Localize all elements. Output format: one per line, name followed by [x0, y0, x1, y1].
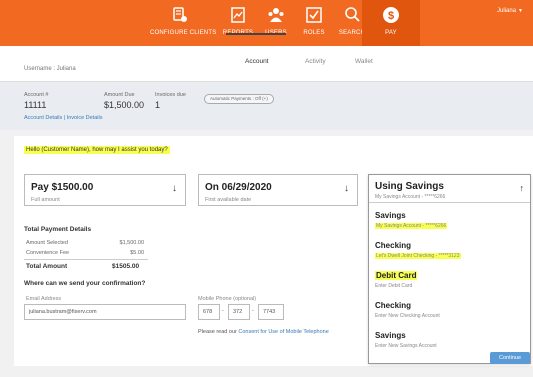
email-field[interactable]: juliana.bustram@fiserv.com — [24, 304, 186, 320]
payment-details-title: Total Payment Details — [24, 226, 92, 233]
account-number-label: Account # — [24, 92, 49, 98]
selected-method-sub: My Savings Account - *****6266 — [375, 194, 446, 200]
payment-method-dropdown[interactable]: Using Savings My Savings Account - *****… — [368, 174, 531, 364]
amount-selected-label: Amount Selected — [26, 240, 68, 246]
total-amount-value: $1505.00 — [112, 263, 140, 270]
user-name: Juliana — [497, 8, 517, 14]
user-menu[interactable]: Juliana ▼ — [497, 8, 523, 14]
phone-line-field[interactable]: 7743 — [258, 304, 284, 320]
username-label: Username : Juliana — [24, 66, 76, 72]
account-summary: Account # 11111 Amount Due $1,500.00 Inv… — [0, 82, 533, 130]
pay-date-select[interactable]: On 06/29/2020 First available date ↓ — [198, 174, 358, 206]
terms-prefix: Please read our — [198, 329, 237, 335]
svg-text:$: $ — [388, 10, 394, 22]
top-nav-bar: CONFIGURE CLIENTS REPORTS USERS ROLES SE… — [0, 0, 533, 46]
active-tab-indicator — [226, 33, 286, 35]
sub-header: Username : Juliana Account Activity Wall… — [0, 46, 533, 82]
autopay-toggle[interactable]: Automatic Payments : Off (+) — [204, 94, 274, 104]
search-icon — [345, 7, 360, 22]
pay-icon: $ — [383, 7, 399, 23]
amount-due-label: Amount Due — [104, 92, 135, 98]
pay-date-value: On 06/29/2020 — [205, 182, 272, 193]
invoices-due: 1 — [155, 100, 161, 110]
option-title: Checking — [375, 241, 412, 250]
option-new-checking[interactable]: Checking Enter New Checking Account — [369, 297, 530, 327]
phone-separator: - — [252, 308, 254, 314]
option-title: Savings — [375, 331, 406, 340]
account-number: 11111 — [24, 100, 47, 110]
option-sub: Enter Debit Card — [375, 283, 413, 289]
roles-icon — [306, 7, 322, 23]
arrow-down-icon: ↓ — [344, 183, 349, 194]
invoices-due-label: Invoices due — [155, 92, 186, 98]
phone-prefix-field[interactable]: 372 — [228, 304, 250, 320]
convenience-fee-label: Convenience Fee — [26, 250, 70, 256]
convenience-fee-value: $5.00 — [130, 250, 144, 256]
option-sub: My Savings Account - *****6266 — [375, 223, 448, 229]
phone-area-field[interactable]: 678 — [198, 304, 220, 320]
tab-account[interactable]: Account — [245, 58, 269, 65]
users-icon — [268, 8, 284, 22]
nav-label: PAY — [385, 30, 397, 36]
pay-amount-value: Pay $1500.00 — [31, 182, 94, 193]
account-links[interactable]: Account Details | Invoice Details — [24, 115, 102, 121]
continue-button[interactable]: Continue — [490, 352, 530, 364]
amount-due: $1,500.00 — [104, 100, 145, 110]
terms-text: Please read our Consent for Use of Mobil… — [198, 329, 329, 335]
pay-date-sub: First available date — [205, 197, 252, 203]
option-checking[interactable]: Checking Let's Dwell Joint Checking - **… — [369, 237, 530, 267]
option-debit-card[interactable]: Debit Card Enter Debit Card — [369, 267, 530, 297]
option-title: Savings — [375, 211, 406, 220]
greeting-text: Hello (Customer Name), how may I assist … — [24, 146, 170, 154]
payment-method-selected[interactable]: Using Savings My Savings Account - *****… — [369, 175, 530, 203]
selected-method-title: Using Savings — [375, 181, 444, 192]
tab-activity[interactable]: Activity — [305, 58, 326, 65]
nav-configure-clients[interactable]: CONFIGURE CLIENTS — [150, 6, 217, 36]
option-sub: Let's Dwell Joint Checking - *****3123 — [375, 253, 461, 259]
confirmation-title: Where can we send your confirmation? — [24, 280, 146, 287]
divider — [24, 259, 148, 260]
amount-selected-value: $1,500.00 — [119, 240, 144, 246]
reports-icon — [231, 7, 245, 23]
nav-pay[interactable]: $ PAY — [362, 0, 420, 46]
total-amount-label: Total Amount — [26, 263, 68, 270]
clients-icon — [173, 7, 187, 22]
arrow-up-icon: ↑ — [519, 183, 525, 193]
arrow-down-icon: ↓ — [172, 183, 177, 194]
email-label: Email Address — [26, 296, 62, 302]
option-title: Debit Card — [375, 271, 418, 280]
phone-label: Mobile Phone (optional) — [198, 296, 257, 302]
option-savings[interactable]: Savings My Savings Account - *****6266 — [369, 207, 530, 237]
terms-link[interactable]: Consent for Use of Mobile Telephone — [238, 329, 328, 335]
pay-amount-select[interactable]: Pay $1500.00 Full amount ↓ — [24, 174, 186, 206]
tab-wallet[interactable]: Wallet — [355, 58, 373, 65]
pay-amount-sub: Full amount — [31, 197, 60, 203]
phone-separator: - — [222, 308, 224, 314]
option-sub: Enter New Savings Account — [375, 343, 437, 349]
nav-label: CONFIGURE CLIENTS — [150, 30, 217, 36]
option-title: Checking — [375, 301, 412, 310]
chevron-down-icon: ▼ — [518, 8, 523, 14]
option-sub: Enter New Checking Account — [375, 313, 440, 319]
